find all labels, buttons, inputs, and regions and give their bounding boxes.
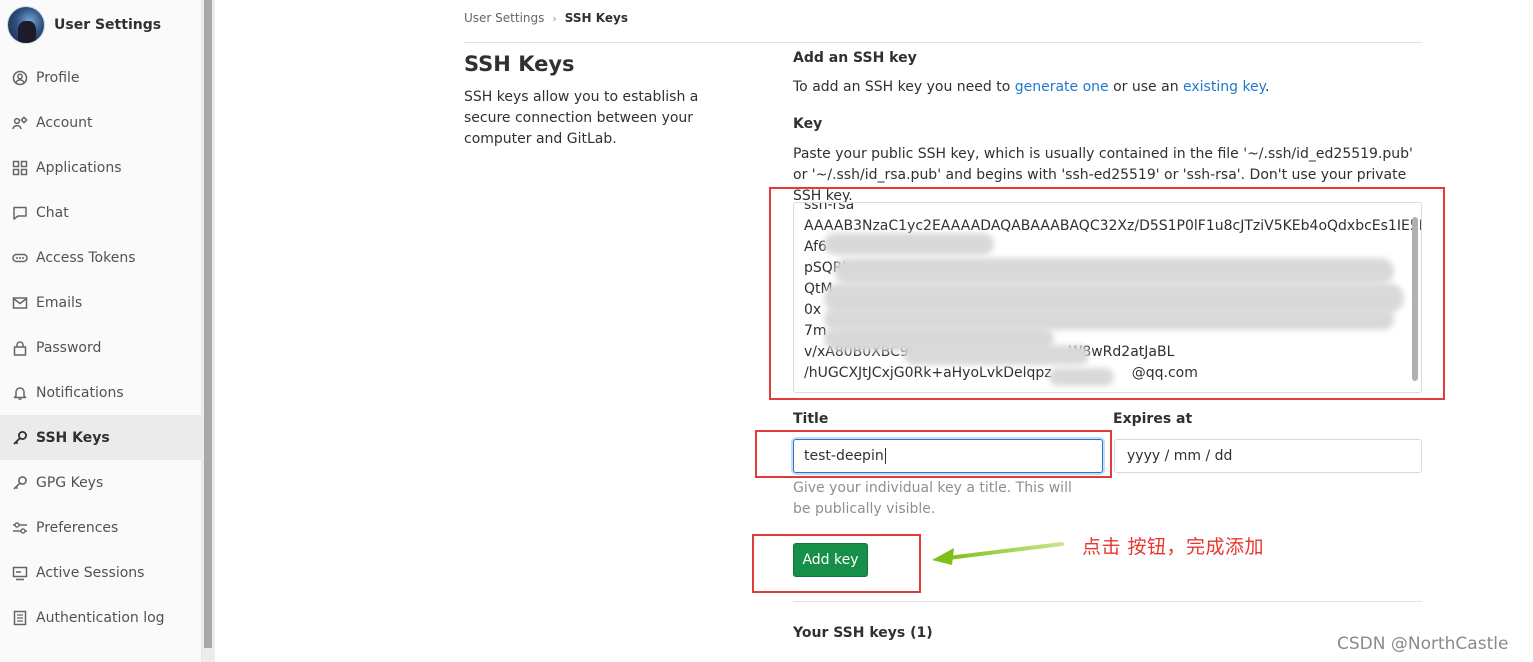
divider [793,601,1422,602]
sidebar-item-label: GPG Keys [36,474,104,491]
expires-label: Expires at [1113,411,1193,427]
profile-icon [11,69,29,87]
sidebar-item-active-sessions[interactable]: Active Sessions [0,550,202,595]
sidebar-item-gpg-keys[interactable]: GPG Keys [0,460,202,505]
sidebar-item-label: Chat [36,204,69,221]
sidebar-item-applications[interactable]: Applications [0,145,202,190]
watermark: CSDN @NorthCastle [1337,634,1509,654]
sidebar-title: User Settings [54,17,162,33]
sidebar-item-label: Emails [36,294,83,311]
expires-date-input[interactable]: yyyy / mm / dd [1114,439,1422,473]
key-label: Key [793,116,823,132]
sidebar-item-label: Account [36,114,93,131]
sidebar-item-label: Notifications [36,384,124,401]
section-description: SSH keys allow you to establish a secure… [464,89,699,147]
sidebar-item-label: Profile [36,69,80,86]
sidebar-item-profile[interactable]: Profile [0,55,202,100]
sidebar-item-access-tokens[interactable]: Access Tokens [0,235,202,280]
annotation-arrow-icon [932,542,1064,565]
sidebar-nav: Profile Account Applications Chat Access… [0,55,202,640]
sidebar-item-account[interactable]: Account [0,100,202,145]
sidebar-item-authentication-log[interactable]: Authentication log [0,595,202,640]
sidebar-scrollbar[interactable] [204,0,212,648]
log-icon [11,609,29,627]
annotation-text: 点击 按钮，完成添加 [1082,536,1265,558]
breadcrumb-separator: › [552,11,557,25]
add-key-heading: Add an SSH key [793,50,917,66]
your-keys-heading: Your SSH keys (1) [793,625,933,641]
sidebar-item-label: Password [36,339,102,356]
preferences-icon [11,519,29,537]
lock-icon [11,339,29,357]
sidebar-item-emails[interactable]: Emails [0,280,202,325]
annotation-box-key [769,187,1445,400]
token-icon [11,249,29,267]
account-icon [11,114,29,132]
sidebar-item-label: Access Tokens [36,249,136,266]
sidebar-item-notifications[interactable]: Notifications [0,370,202,415]
bell-icon [11,384,29,402]
sidebar-item-label: Preferences [36,519,119,536]
help-text: or use an [1108,79,1184,95]
page-title: SSH Keys [464,52,575,76]
sidebar: User Settings Profile Account Applicatio… [0,0,202,662]
key-icon [11,429,29,447]
chat-icon [11,204,29,222]
applications-icon [11,159,29,177]
sidebar-item-label: Authentication log [36,609,165,626]
existing-key-link[interactable]: existing key [1183,79,1265,95]
sidebar-item-password[interactable]: Password [0,325,202,370]
generate-one-link[interactable]: generate one [1015,79,1109,95]
avatar[interactable] [7,6,45,44]
monitor-icon [11,564,29,582]
divider [464,42,1422,43]
sidebar-item-label: Active Sessions [36,564,145,581]
sidebar-item-label: SSH Keys [36,429,110,446]
email-icon [11,294,29,312]
sidebar-item-preferences[interactable]: Preferences [0,505,202,550]
sidebar-header[interactable]: User Settings [0,0,202,50]
title-label: Title [793,411,829,427]
breadcrumb: User Settings › SSH Keys [464,11,628,25]
annotation-box-title [755,430,1112,478]
add-key-help: To add an SSH key you need to generate o… [793,79,1269,95]
sidebar-item-ssh-keys[interactable]: SSH Keys [0,415,202,460]
help-text: To add an SSH key you need to [793,79,1015,95]
help-text: . [1264,79,1270,95]
key-icon [11,474,29,492]
breadcrumb-parent[interactable]: User Settings [464,11,544,25]
title-help: Give your individual key a title. This w… [793,480,1072,517]
annotation-box-button [752,534,921,593]
sidebar-item-chat[interactable]: Chat [0,190,202,235]
breadcrumb-current[interactable]: SSH Keys [565,11,628,25]
sidebar-item-label: Applications [36,159,122,176]
